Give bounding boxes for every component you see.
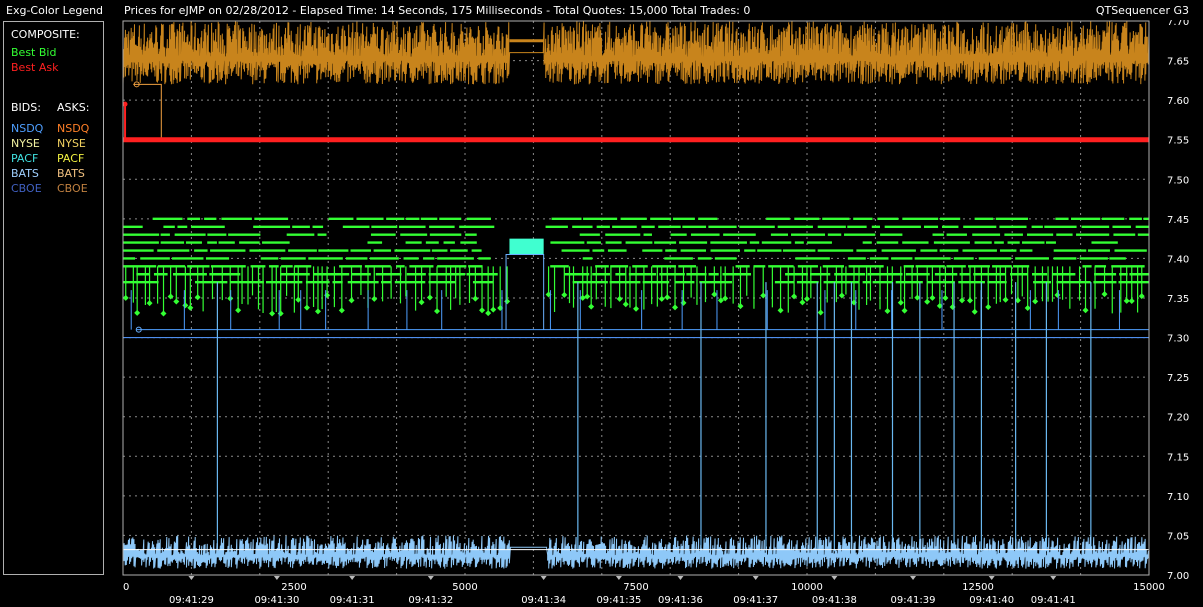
composite-label: COMPOSITE: <box>11 28 80 41</box>
time-label: 09:41:36 <box>658 595 703 606</box>
x-tick-label: 0 <box>123 582 129 593</box>
x-tick-label: 12500 <box>962 582 994 593</box>
axis-layer: 7.00 7.05 7.10 7.15 7.20 7.25 7.30 7.35 7.40 7.45… <box>123 17 1189 606</box>
time-label: 09:41:41 <box>1031 595 1076 606</box>
ask-cluster-series <box>122 21 1150 85</box>
legend-bid-bats: BATS <box>11 167 39 180</box>
time-marker <box>988 576 995 580</box>
legend-ask-nsdq: NSDQ <box>57 122 90 135</box>
x-tick-label: 2500 <box>281 582 306 593</box>
exchange-color-legend: COMPOSITE: Best Bid Best Ask BIDS: ASKS:… <box>3 21 104 575</box>
legend-ask-pacf: PACF <box>57 152 85 165</box>
y-tick-label: 7.15 <box>1167 452 1189 463</box>
app-name: QTSequencer G3 <box>1095 4 1189 17</box>
bid-long-spikes <box>216 282 1092 552</box>
x-tick-label: 7500 <box>623 582 648 593</box>
y-tick-label: 7.65 <box>1167 57 1189 68</box>
x-tick-label: 5000 <box>452 582 477 593</box>
x-tick-label: 15000 <box>1133 582 1165 593</box>
nsdq-gap-step <box>505 253 545 330</box>
time-label: 09:41:30 <box>254 595 299 606</box>
time-marker <box>1050 576 1057 580</box>
legend-title: Exg-Color Legend <box>6 4 104 17</box>
y-tick-label: 7.10 <box>1167 492 1189 503</box>
time-marker <box>540 576 547 580</box>
bottom-bid-cluster <box>122 535 1149 569</box>
x-tick-label: 10000 <box>791 582 823 593</box>
time-marker <box>752 576 759 580</box>
y-tick-label: 7.40 <box>1167 254 1189 265</box>
time-label: 09:41:40 <box>969 595 1014 606</box>
y-tick-label: 7.20 <box>1167 413 1189 424</box>
price-chart: 7.00 7.05 7.10 7.15 7.20 7.25 7.30 7.35 7.40 7.45… <box>122 17 1189 606</box>
legend-bid-cboe: CBOE <box>11 182 42 195</box>
time-label: 09:41:38 <box>812 595 857 606</box>
y-tick-label: 7.35 <box>1167 294 1189 305</box>
legend-best-ask: Best Ask <box>11 61 59 74</box>
legend-ask-bats: BATS <box>57 167 85 180</box>
time-marker <box>273 576 280 580</box>
chart-title: Prices for eJMP on 02/28/2012 - Elapsed … <box>124 4 751 17</box>
bid-flat-block <box>509 238 544 255</box>
asks-label: ASKS: <box>57 101 90 114</box>
time-marker <box>910 576 917 580</box>
time-label: 09:41:35 <box>596 595 641 606</box>
y-tick-label: 7.30 <box>1167 334 1189 345</box>
time-marker <box>427 576 434 580</box>
time-marker <box>831 576 838 580</box>
legend-ask-cboe: CBOE <box>57 182 88 195</box>
y-tick-label: 7.45 <box>1167 215 1189 226</box>
time-marker <box>615 576 622 580</box>
time-label: 09:41:34 <box>521 595 566 606</box>
series-layer <box>122 21 1150 569</box>
y-tick-label: 7.50 <box>1167 175 1189 186</box>
y-tick-label: 7.05 <box>1167 531 1189 542</box>
time-marker <box>677 576 684 580</box>
ask-step-line <box>133 83 162 140</box>
legend-ask-nyse: NYSE <box>57 137 86 150</box>
y-tick-label: 7.25 <box>1167 373 1189 384</box>
legend-bid-nsdq: NSDQ <box>11 122 44 135</box>
bids-label: BIDS: <box>11 101 41 114</box>
time-label: 09:41:32 <box>408 595 453 606</box>
time-label: 09:41:37 <box>733 595 778 606</box>
time-marker <box>188 576 195 580</box>
time-label: 09:41:39 <box>891 595 936 606</box>
title-bar: Exg-Color Legend Prices for eJMP on 02/2… <box>0 0 1203 20</box>
legend-bid-nyse: NYSE <box>11 137 40 150</box>
legend-bid-pacf: PACF <box>11 152 39 165</box>
y-tick-label: 7.60 <box>1167 96 1189 107</box>
time-label: 09:41:31 <box>330 595 375 606</box>
legend-best-bid: Best Bid <box>11 46 57 59</box>
y-tick-label: 7.55 <box>1167 136 1189 147</box>
time-label: 09:41:29 <box>169 595 214 606</box>
time-marker <box>349 576 356 580</box>
y-tick-label: 7.00 <box>1167 571 1189 582</box>
